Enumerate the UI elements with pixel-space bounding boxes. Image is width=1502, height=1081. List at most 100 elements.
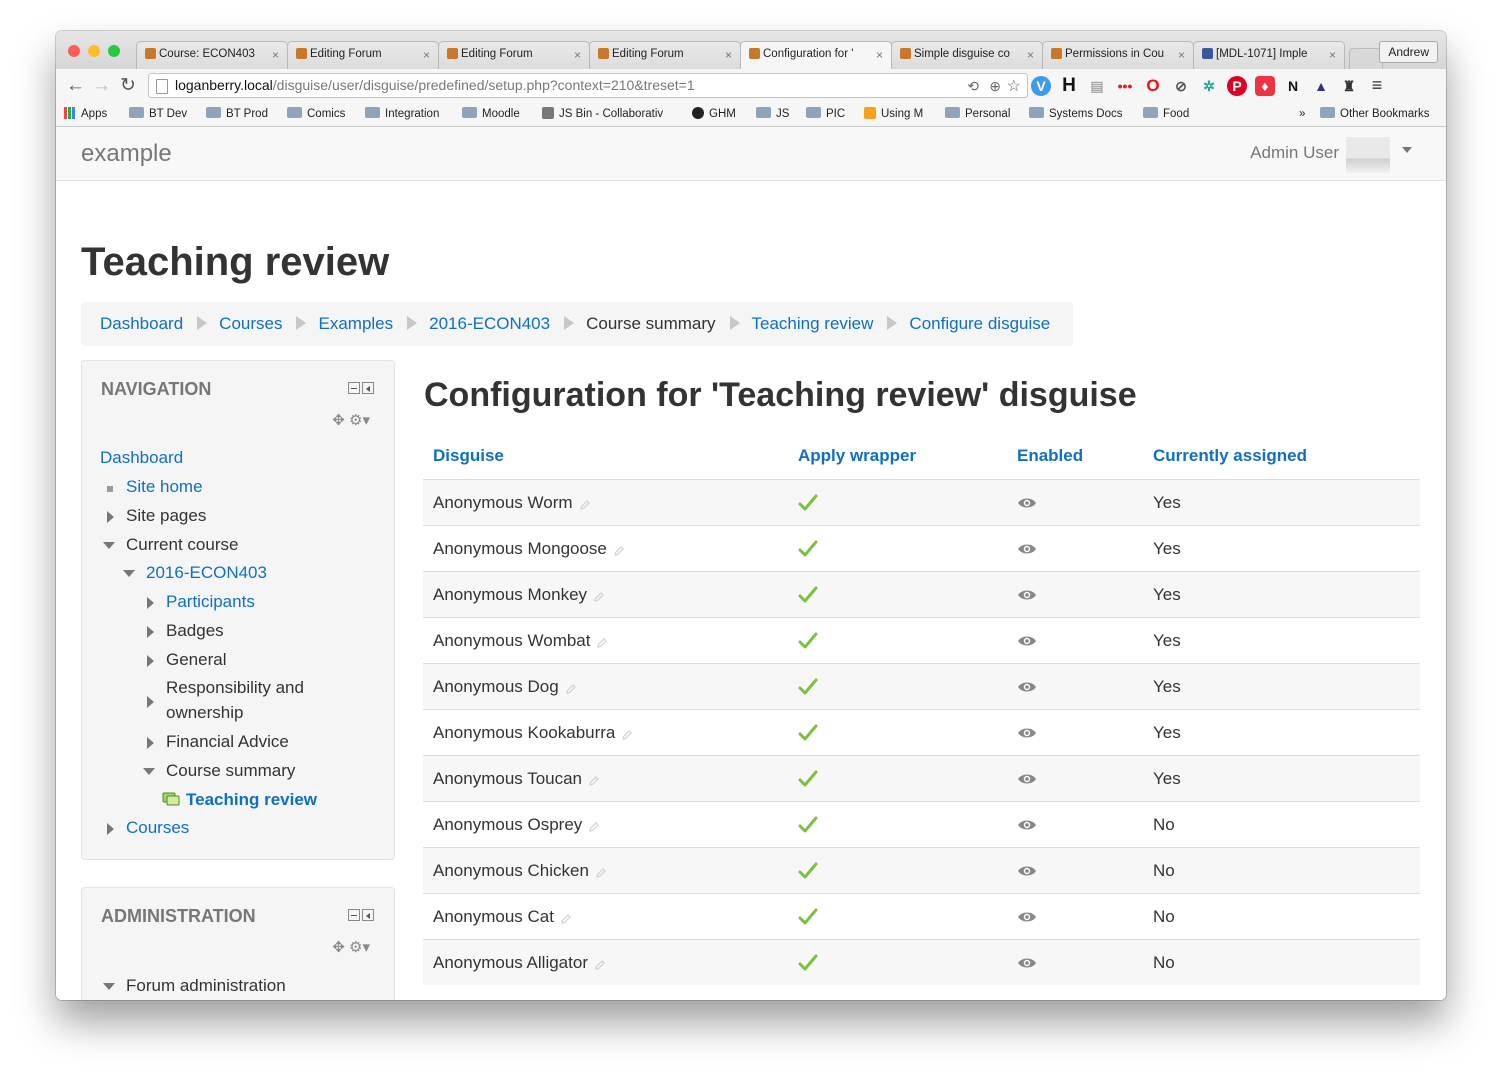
menu-icon[interactable]: ≡	[1367, 75, 1387, 95]
bookmark-apps[interactable]: Apps	[64, 106, 107, 122]
minimize-window-button[interactable]	[88, 45, 100, 57]
expand-icon[interactable]	[107, 511, 114, 523]
expand-icon[interactable]	[147, 696, 154, 708]
checkmark-icon[interactable]	[798, 632, 818, 650]
eye-icon[interactable]	[1017, 818, 1037, 832]
eye-icon[interactable]	[1017, 910, 1037, 924]
red-extension-icon[interactable]: ♦	[1255, 76, 1275, 96]
eye-icon[interactable]	[1017, 864, 1037, 878]
forward-arrow-icon[interactable]: →	[92, 76, 111, 96]
expand-icon[interactable]	[147, 655, 154, 667]
nav-item-site-home[interactable]: Site home	[126, 477, 203, 497]
browser-tab[interactable]: Simple disguise co ×	[891, 41, 1043, 69]
browser-tab[interactable]: Permissions in Cou ×	[1042, 41, 1194, 69]
browser-tab[interactable]: Editing Forum ×	[589, 41, 741, 69]
minimize-block-icon[interactable]	[348, 382, 360, 394]
close-tab-icon[interactable]: ×	[574, 48, 581, 62]
nav-item-participants[interactable]: Participants	[166, 592, 255, 612]
bookmarks-overflow-button[interactable]: »	[1299, 106, 1305, 122]
breadcrumb-dashboard[interactable]: Dashboard	[100, 314, 183, 333]
checkmark-icon[interactable]	[798, 954, 818, 972]
zoom-icon[interactable]: ⊕	[989, 75, 1001, 98]
reload-icon[interactable]: ↻	[120, 76, 136, 96]
minimize-block-icon[interactable]	[348, 909, 360, 921]
expand-icon[interactable]	[147, 737, 154, 749]
opera-extension-icon[interactable]: O	[1143, 76, 1163, 96]
user-menu-caret-icon[interactable]	[1402, 147, 1412, 153]
expand-icon[interactable]	[147, 626, 154, 638]
eye-icon[interactable]	[1017, 772, 1037, 786]
browser-tab[interactable]: Editing Forum ×	[287, 41, 439, 69]
bookmark-folder[interactable]: Moodle	[462, 106, 520, 122]
nav-item-responsibility[interactable]: Responsibility and	[166, 678, 304, 698]
browser-tab[interactable]: Course: ECON403 ×	[136, 41, 288, 69]
bookmark-folder[interactable]: Personal	[945, 106, 1010, 122]
breadcrumb-examples[interactable]: Examples	[318, 314, 393, 333]
breadcrumb-courses[interactable]: Courses	[219, 314, 282, 333]
nav-item-courses[interactable]: Courses	[126, 818, 189, 838]
site-brand[interactable]: example	[81, 140, 172, 168]
breadcrumb-teaching-review[interactable]: Teaching review	[752, 314, 874, 333]
edit-pencil-icon[interactable]	[621, 729, 633, 741]
avatar[interactable]	[1346, 137, 1390, 173]
bookmark-ghm[interactable]: GHM	[692, 106, 736, 122]
profile-button[interactable]: Andrew	[1379, 41, 1438, 63]
checkmark-icon[interactable]	[798, 494, 818, 512]
notion-extension-icon[interactable]: N	[1283, 76, 1303, 96]
close-tab-icon[interactable]: ×	[423, 48, 430, 62]
gear-icon[interactable]: ⚙▾	[349, 939, 370, 956]
address-bar[interactable]: loganberry.local/disguise/user/disguise/…	[148, 73, 1028, 98]
nav-item-general[interactable]: General	[166, 650, 226, 670]
nav-item-course[interactable]: 2016-ECON403	[146, 563, 267, 583]
bookmark-folder[interactable]: BT Dev	[129, 106, 187, 122]
eye-icon[interactable]	[1017, 542, 1037, 556]
vimeo-extension-icon[interactable]: V	[1031, 76, 1051, 96]
edit-pencil-icon[interactable]	[593, 591, 605, 603]
bookmark-folder[interactable]: JS	[756, 106, 789, 122]
edit-pencil-icon[interactable]	[594, 959, 606, 971]
close-tab-icon[interactable]: ×	[876, 48, 883, 62]
column-header-apply-wrapper[interactable]: Apply wrapper	[788, 433, 1007, 480]
dots-extension-icon[interactable]: •••	[1115, 76, 1135, 96]
nav-item-current-course[interactable]: Current course	[126, 535, 238, 555]
bookmark-folder[interactable]: BT Prod	[206, 106, 268, 122]
notes-extension-icon[interactable]: ▤	[1087, 76, 1107, 96]
edit-pencil-icon[interactable]	[560, 913, 572, 925]
back-arrow-icon[interactable]: ←	[66, 76, 85, 96]
admin-item-forum-administration[interactable]: Forum administration	[126, 976, 286, 996]
edit-pencil-icon[interactable]	[596, 637, 608, 649]
breadcrumb-course[interactable]: 2016-ECON403	[429, 314, 550, 333]
collapse-icon[interactable]	[123, 570, 135, 577]
browser-tab-active[interactable]: Configuration for ' ×	[740, 41, 892, 69]
gear-icon[interactable]: ⚙▾	[349, 412, 370, 429]
collapse-icon[interactable]	[103, 542, 115, 549]
edit-pencil-icon[interactable]	[595, 867, 607, 879]
eye-icon[interactable]	[1017, 634, 1037, 648]
expand-icon[interactable]	[147, 597, 154, 609]
nav-item-course-summary[interactable]: Course summary	[166, 761, 295, 781]
translate-icon[interactable]: ⟲	[967, 75, 979, 98]
column-header-currently-assigned[interactable]: Currently assigned	[1143, 433, 1420, 480]
user-name[interactable]: Admin User	[1250, 143, 1339, 163]
edit-pencil-icon[interactable]	[588, 775, 600, 787]
eye-icon[interactable]	[1017, 956, 1037, 970]
eye-icon[interactable]	[1017, 496, 1037, 510]
checkmark-icon[interactable]	[798, 540, 818, 558]
close-tab-icon[interactable]: ×	[1027, 48, 1034, 62]
nav-item-site-pages[interactable]: Site pages	[126, 506, 206, 526]
bookmark-folder[interactable]: PIC	[806, 106, 845, 122]
gear-extension-icon[interactable]: ♜	[1339, 76, 1359, 96]
edit-pencil-icon[interactable]	[579, 499, 591, 511]
bookmark-folder[interactable]: Comics	[287, 106, 345, 122]
nav-item-dashboard[interactable]: Dashboard	[100, 448, 183, 468]
column-header-disguise[interactable]: Disguise	[423, 433, 788, 480]
other-bookmarks-folder[interactable]: Other Bookmarks	[1320, 106, 1429, 122]
close-window-button[interactable]	[68, 45, 80, 57]
checkmark-icon[interactable]	[798, 724, 818, 742]
eye-icon[interactable]	[1017, 588, 1037, 602]
bookmark-folder[interactable]: Food	[1143, 106, 1189, 122]
sync-extension-icon[interactable]: ⊘	[1171, 76, 1191, 96]
close-tab-icon[interactable]: ×	[1178, 48, 1185, 62]
edit-pencil-icon[interactable]	[588, 821, 600, 833]
nav-item-financial-advice[interactable]: Financial Advice	[166, 732, 289, 752]
